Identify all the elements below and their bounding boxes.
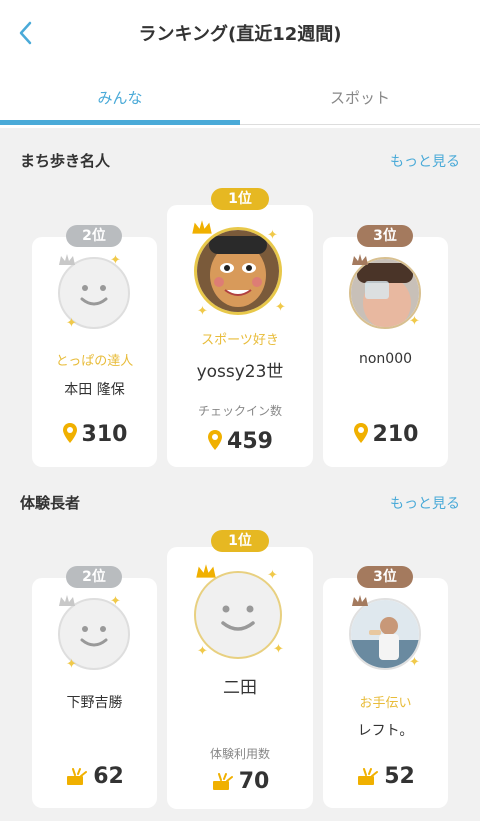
rank-card-second[interactable]: 2位 ✦ ✦ 下野吉勝 62 (32, 566, 157, 808)
score: 210 (323, 422, 448, 447)
score-value: 70 (238, 769, 270, 794)
ticket-icon (67, 768, 88, 785)
active-tab-indicator (0, 120, 240, 125)
metric-label: チェックイン数 (197, 404, 282, 418)
user-title: スポーツ好き (201, 333, 279, 348)
crown-icon (352, 595, 368, 606)
sparkle-icon: ✦ (409, 314, 420, 329)
crown-icon (59, 595, 75, 606)
score: 52 (323, 764, 448, 789)
sparkle-icon: ✦ (66, 316, 77, 331)
crown-icon (59, 254, 75, 265)
page-title: ランキング(直近12週間) (138, 24, 342, 45)
more-link-walker[interactable]: もっと見る (390, 151, 460, 171)
user-title: とっぱの達人 (55, 354, 134, 369)
tab-spot[interactable]: スポット (240, 68, 480, 128)
rank-card-second[interactable]: 2位 ✦ ✦ とっぱの達人 本田 隆保 310 (32, 225, 157, 467)
score: 62 (32, 764, 157, 789)
user-name: 二田 (223, 678, 257, 698)
sparkle-icon: ✦ (409, 655, 420, 670)
location-pin-icon (208, 430, 223, 450)
more-link-experience[interactable]: もっと見る (390, 493, 460, 513)
sparkle-icon: ✦ (267, 228, 278, 243)
score-value: 62 (93, 764, 124, 789)
score-value: 310 (81, 422, 128, 447)
tab-divider (240, 124, 480, 125)
score: 310 (32, 422, 157, 447)
sparkle-icon: ✦ (110, 253, 121, 268)
user-name: yossy23世 (196, 362, 284, 382)
rank-badge: 3位 (357, 225, 413, 247)
sparkle-icon: ✦ (110, 594, 121, 609)
crown-icon (352, 254, 368, 265)
score-value: 459 (227, 429, 273, 454)
rank-badge: 1位 (211, 188, 269, 210)
score: 459 (167, 429, 313, 454)
tab-bar: みんな スポット (0, 68, 480, 128)
sparkle-icon: ✦ (267, 568, 278, 583)
sparkle-icon: ✦ (275, 300, 286, 315)
user-name: 下野吉勝 (66, 695, 123, 711)
location-pin-icon (353, 423, 368, 443)
section-title-experience: 体験長者 (20, 494, 81, 512)
rank-card-third[interactable]: 3位 ✦ non000 210 (323, 225, 448, 467)
rank-card-first[interactable]: 1位 ✦ ✦ ✦ 二田 体験利用数 70 (167, 530, 313, 809)
crown-icon (196, 564, 216, 578)
section-title-walker: まち歩き名人 (20, 152, 111, 170)
score: 70 (167, 769, 313, 794)
header-bar: ランキング(直近12週間) (0, 0, 480, 68)
tab-everyone[interactable]: みんな (0, 68, 240, 128)
rank-card-first[interactable]: 1位 ✦ ✦ ✦ スポーツ好き yossy23世 チェックイン数 459 (167, 188, 313, 467)
sparkle-icon: ✦ (273, 642, 284, 657)
sparkle-icon: ✦ (197, 644, 208, 659)
score-value: 210 (372, 422, 419, 447)
sparkle-icon: ✦ (66, 657, 77, 672)
rank-badge: 2位 (66, 566, 122, 588)
crown-icon (192, 220, 212, 234)
sparkle-icon: ✦ (197, 304, 208, 319)
metric-label: 体験利用数 (209, 747, 270, 761)
rank-badge: 1位 (211, 530, 269, 552)
rank-card-third[interactable]: 3位 ✦ お手伝い レフト。 52 (323, 566, 448, 808)
user-name: 本田 隆保 (64, 382, 125, 398)
rank-badge: 3位 (357, 566, 413, 588)
user-title: お手伝い (359, 696, 412, 711)
ticket-icon (358, 768, 379, 785)
score-value: 52 (384, 764, 415, 789)
user-name: レフト。 (357, 723, 414, 739)
user-name: non000 (358, 351, 413, 367)
rank-badge: 2位 (66, 225, 122, 247)
ticket-icon (212, 773, 233, 790)
location-pin-icon (62, 423, 77, 443)
